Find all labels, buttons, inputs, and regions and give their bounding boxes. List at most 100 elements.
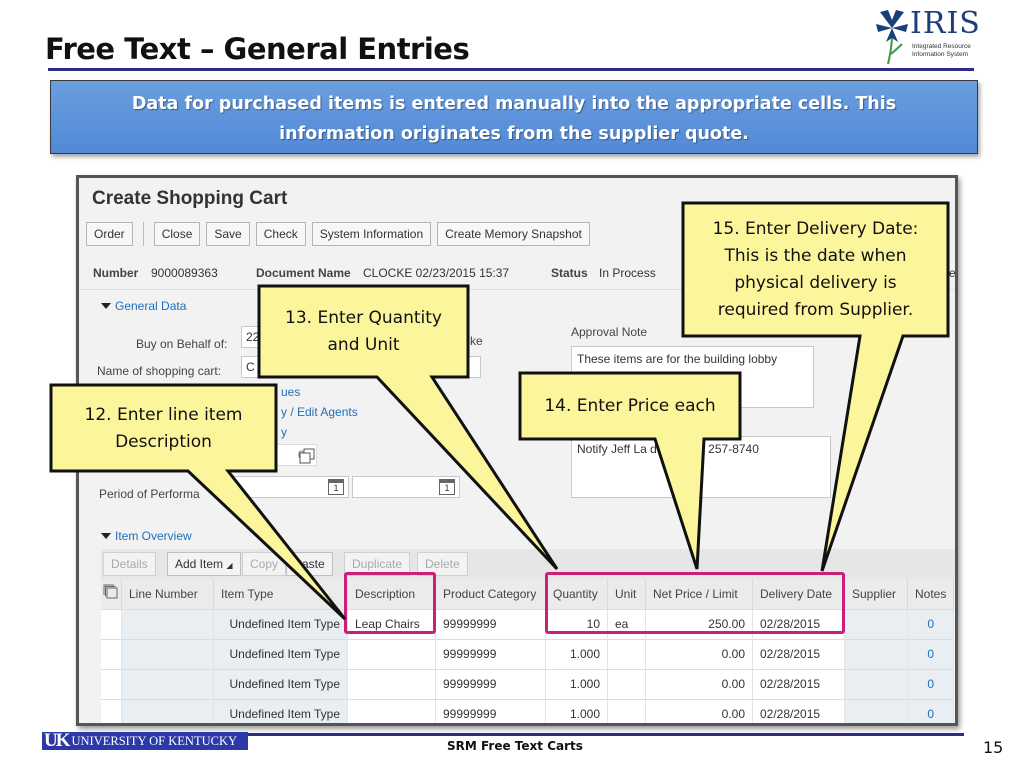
supplier-note-textarea[interactable]: Notify Jeff La delivery at 257-8740 bbox=[571, 436, 831, 498]
cell-net-price[interactable]: 250.00 bbox=[645, 608, 753, 639]
copy-icon[interactable] bbox=[299, 448, 315, 464]
link-edit-agents[interactable]: y / Edit Agents bbox=[281, 405, 358, 419]
link-values[interactable]: ues bbox=[281, 385, 300, 399]
item-overview-label: Item Overview bbox=[115, 529, 192, 543]
table-row[interactable]: Undefined Item Type Leap Chairs 99999999 10… bbox=[101, 608, 955, 639]
save-button[interactable]: Save bbox=[206, 222, 250, 246]
cell-notes[interactable]: 0 bbox=[907, 608, 955, 639]
cell-product-category[interactable]: 99999999 bbox=[435, 698, 546, 723]
callout-15-line1: 15. Enter Delivery Date: bbox=[712, 219, 919, 239]
cell-delivery-date[interactable]: 02/28/2015 bbox=[752, 668, 845, 699]
banner-line-2: information originates from the supplier… bbox=[279, 124, 749, 144]
cell-notes[interactable]: 0 bbox=[907, 698, 955, 723]
cell-supplier[interactable] bbox=[844, 608, 908, 639]
col-unit[interactable]: Unit bbox=[607, 579, 646, 609]
cell-net-price[interactable]: 0.00 bbox=[645, 638, 753, 669]
item-overview-toggle[interactable]: Item Overview bbox=[101, 529, 192, 543]
system-information-button[interactable]: System Information bbox=[311, 222, 432, 246]
cell-description[interactable] bbox=[347, 698, 436, 723]
column-settings-icon[interactable] bbox=[103, 584, 119, 600]
row-selector[interactable] bbox=[101, 608, 122, 639]
cell-product-category[interactable]: 99999999 bbox=[435, 608, 546, 639]
row-selector[interactable] bbox=[101, 638, 122, 669]
calendar-icon[interactable]: 1 bbox=[439, 479, 455, 495]
cell-quantity[interactable]: 10 bbox=[545, 608, 608, 639]
cell-supplier[interactable] bbox=[844, 668, 908, 699]
col-supplier[interactable]: Supplier bbox=[844, 579, 908, 609]
check-button[interactable]: Check bbox=[255, 222, 306, 246]
cell-quantity[interactable]: 1.000 bbox=[545, 668, 608, 699]
col-net-price[interactable]: Net Price / Limit bbox=[645, 579, 753, 609]
cell-line-number bbox=[121, 608, 214, 639]
add-item-label: Add Item bbox=[175, 557, 224, 571]
cell-delivery-date[interactable]: 02/28/2015 bbox=[752, 638, 845, 669]
add-item-button[interactable]: Add Item ◢ bbox=[167, 552, 241, 576]
document-name-label: Document Name bbox=[256, 266, 351, 280]
cell-unit[interactable]: ea bbox=[607, 608, 646, 639]
cell-delivery-date[interactable]: 02/28/2015 bbox=[752, 608, 845, 639]
cell-net-price[interactable]: 0.00 bbox=[645, 668, 753, 699]
buy-on-behalf-label: Buy on Behalf of: bbox=[136, 337, 228, 351]
cell-unit[interactable] bbox=[607, 638, 646, 669]
number-label: Number bbox=[93, 266, 139, 280]
order-button[interactable]: Order bbox=[86, 222, 133, 246]
item-table: Line Number Item Type Description Produc… bbox=[101, 579, 955, 723]
general-data-toggle[interactable]: General Data bbox=[101, 299, 186, 313]
duplicate-button[interactable]: Duplicate bbox=[344, 552, 411, 576]
calendar-icon[interactable]: 1 bbox=[328, 479, 344, 495]
footer-title: SRM Free Text Carts bbox=[447, 739, 583, 753]
logo-subtitle-line2: Information System bbox=[912, 51, 968, 58]
link-y[interactable]: y bbox=[281, 425, 287, 439]
cell-notes[interactable]: 0 bbox=[907, 638, 955, 669]
cell-supplier[interactable] bbox=[844, 638, 908, 669]
callout-15-line4: required from Supplier. bbox=[717, 300, 914, 320]
delete-button[interactable]: Delete bbox=[417, 552, 468, 576]
cart-name-input[interactable]: C bbox=[241, 356, 481, 378]
cell-description[interactable] bbox=[347, 668, 436, 699]
paste-button[interactable]: Paste bbox=[286, 552, 333, 576]
page-number: 15 bbox=[983, 738, 1004, 757]
select-all-header[interactable] bbox=[101, 579, 122, 609]
logo-subtitle: Integrated Resource Information System bbox=[912, 43, 971, 59]
cell-delivery-date[interactable]: 02/28/2015 bbox=[752, 698, 845, 723]
cell-net-price[interactable]: 0.00 bbox=[645, 698, 753, 723]
col-notes[interactable]: Notes bbox=[907, 579, 955, 609]
col-product-category[interactable]: Product Category bbox=[435, 579, 546, 609]
logo-subtitle-line1: Integrated Resource bbox=[912, 43, 971, 50]
col-item-type[interactable]: Item Type bbox=[213, 579, 348, 609]
cell-quantity[interactable]: 1.000 bbox=[545, 698, 608, 723]
expand-triangle-icon bbox=[101, 303, 111, 309]
sap-page-title: Create Shopping Cart bbox=[92, 188, 288, 209]
col-delivery-date[interactable]: Delivery Date bbox=[752, 579, 845, 609]
cell-notes[interactable]: 0 bbox=[907, 668, 955, 699]
cell-description[interactable] bbox=[347, 638, 436, 669]
status-label: Status bbox=[551, 266, 588, 280]
cell-unit[interactable] bbox=[607, 698, 646, 723]
cell-description[interactable]: Leap Chairs bbox=[347, 608, 436, 639]
details-button[interactable]: Details bbox=[103, 552, 156, 576]
cell-product-category[interactable]: 99999999 bbox=[435, 668, 546, 699]
table-row[interactable]: Undefined Item Type 99999999 1.000 0.00 02/2… bbox=[101, 698, 955, 723]
cell-supplier[interactable] bbox=[844, 698, 908, 723]
table-row[interactable]: Undefined Item Type 99999999 1.000 0.00 02/2… bbox=[101, 668, 955, 699]
cell-item-type: Undefined Item Type bbox=[213, 698, 348, 723]
close-button[interactable]: Close bbox=[153, 222, 201, 246]
cell-quantity[interactable]: 1.000 bbox=[545, 638, 608, 669]
col-line-number[interactable]: Line Number bbox=[121, 579, 214, 609]
copy-button[interactable]: Copy bbox=[242, 552, 287, 576]
cell-item-type: Undefined Item Type bbox=[213, 638, 348, 669]
table-row[interactable]: Undefined Item Type 99999999 1.000 0.00 02/2… bbox=[101, 638, 955, 669]
callout-15: 15. Enter Delivery Date: This is the dat… bbox=[683, 216, 948, 324]
col-quantity[interactable]: Quantity bbox=[545, 579, 608, 609]
row-selector[interactable] bbox=[101, 698, 122, 723]
callout-12-line1: 12. Enter line item bbox=[84, 405, 243, 425]
callout-13-line2: and Unit bbox=[327, 335, 400, 355]
period-start-input[interactable]: 1 bbox=[229, 476, 349, 498]
row-selector[interactable] bbox=[101, 668, 122, 699]
col-description[interactable]: Description bbox=[347, 579, 436, 609]
cell-product-category[interactable]: 99999999 bbox=[435, 638, 546, 669]
period-end-input[interactable]: 1 bbox=[352, 476, 460, 498]
callout-13: 13. Enter Quantity and Unit bbox=[259, 305, 468, 359]
create-memory-snapshot-button[interactable]: Create Memory Snapshot bbox=[437, 222, 590, 246]
cell-unit[interactable] bbox=[607, 668, 646, 699]
